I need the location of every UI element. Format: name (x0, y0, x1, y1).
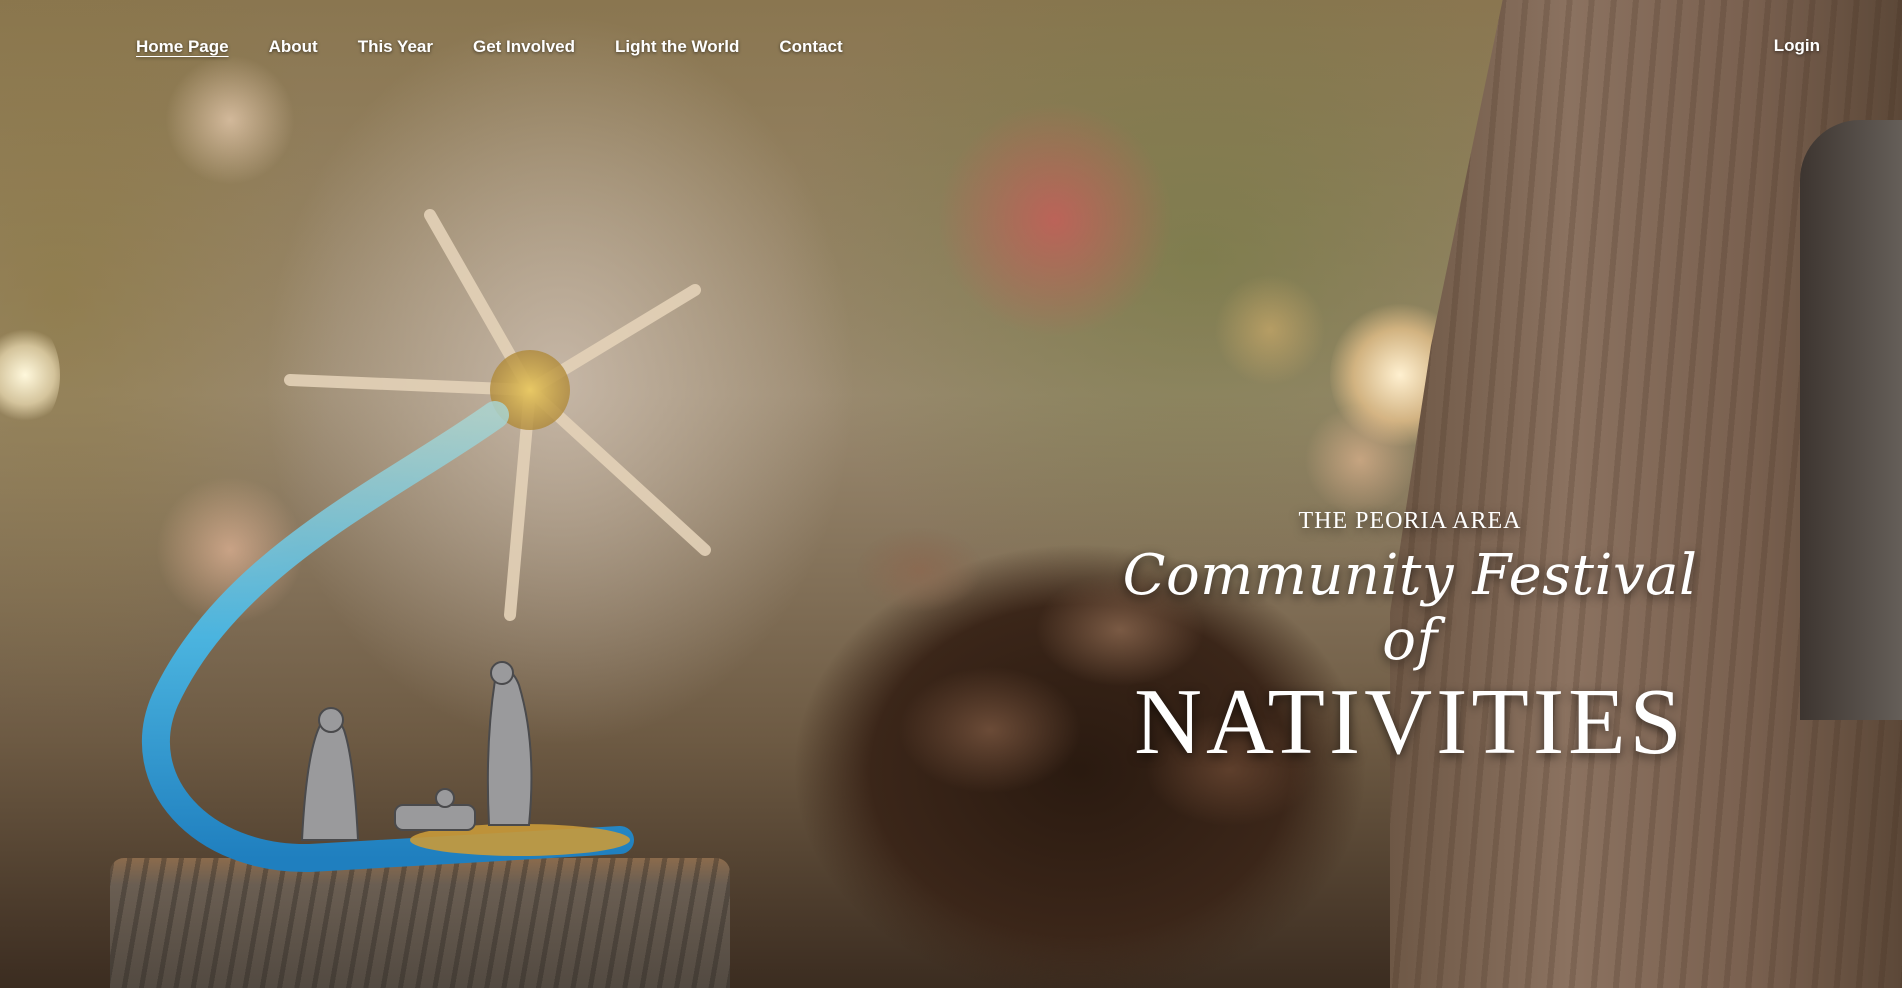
nav-light-the-world[interactable]: Light the World (615, 37, 739, 57)
hero-title: THE PEORIA AREA Community Festival of NA… (1100, 508, 1720, 769)
login-link[interactable]: Login (1774, 36, 1820, 56)
nav-this-year[interactable]: This Year (358, 37, 433, 57)
hero-background (0, 0, 1902, 988)
nav-get-involved[interactable]: Get Involved (473, 37, 575, 57)
bokeh-light (0, 320, 60, 430)
title-script: Community Festival of (1122, 543, 1698, 673)
bokeh-light (1210, 270, 1330, 390)
nav-contact[interactable]: Contact (779, 37, 842, 57)
stable-window (1800, 120, 1902, 720)
bokeh-light (930, 90, 1180, 350)
bokeh-light (160, 50, 300, 190)
bokeh-light (1300, 400, 1420, 520)
nav-home-page[interactable]: Home Page (136, 37, 229, 57)
glass-nativity-ornament (141, 209, 711, 873)
title-main: NATIVITIES (1134, 670, 1686, 774)
glass-tail (141, 401, 634, 873)
nativity-figures (300, 661, 533, 841)
main-nav: Home Page About This Year Get Involved L… (136, 36, 843, 58)
nav-about[interactable]: About (269, 37, 318, 57)
title-prefix: THE PEORIA AREA (1298, 508, 1522, 534)
